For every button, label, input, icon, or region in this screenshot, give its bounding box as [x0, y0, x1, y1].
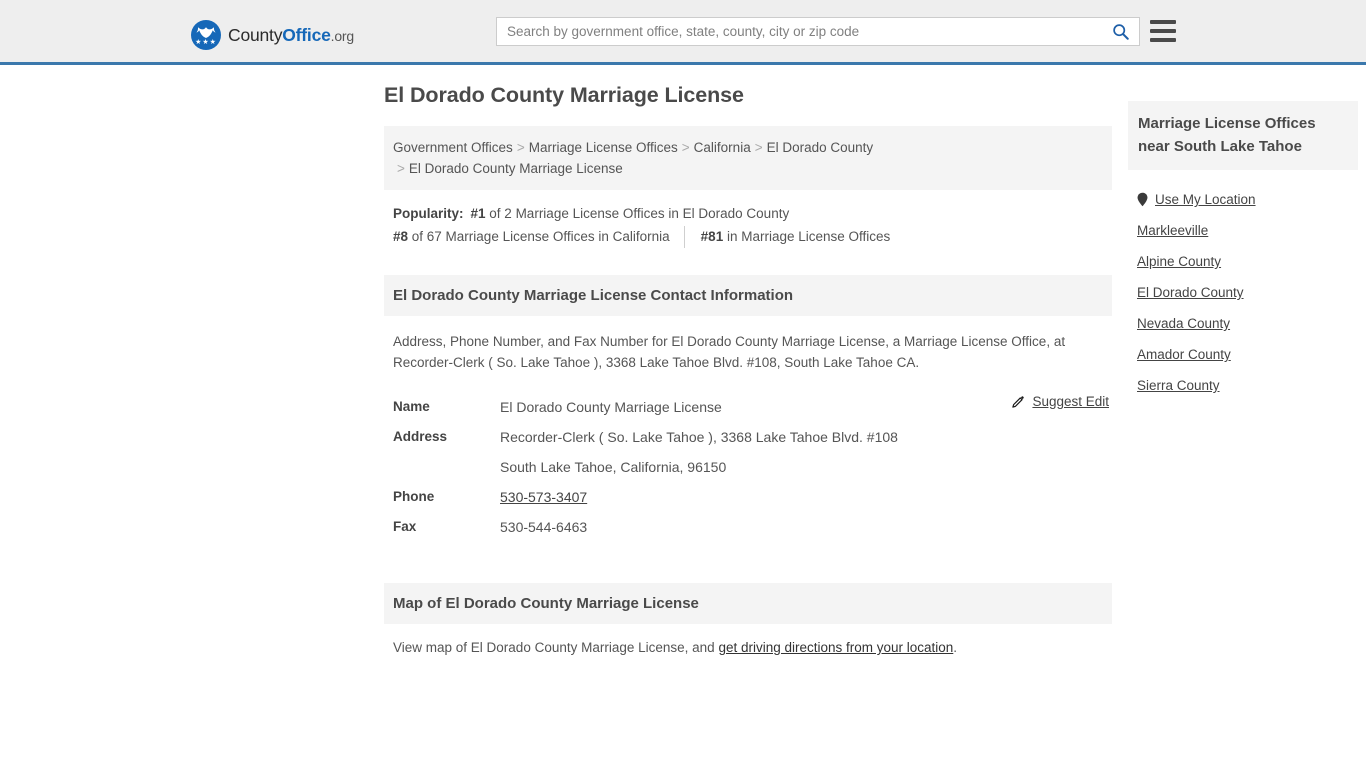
sidebar-item-sierra-county[interactable]: Sierra County	[1128, 370, 1358, 401]
popularity-rank-state: #8	[393, 229, 409, 244]
main-content-column: El Dorado County Marriage License Govern…	[384, 83, 1112, 655]
hamburger-bar-1	[1150, 20, 1176, 24]
sidebar-heading: Marriage License Offices near South Lake…	[1128, 101, 1358, 170]
sidebar: Marriage License Offices near South Lake…	[1128, 101, 1358, 401]
sidebar-item-nevada-county[interactable]: Nevada County	[1128, 308, 1358, 339]
page-title: El Dorado County Marriage License	[384, 83, 744, 107]
logo-text-org: .org	[330, 27, 355, 44]
search-input[interactable]	[497, 18, 1101, 45]
eagle-glyph	[196, 27, 216, 38]
logo-text-county: County	[228, 24, 283, 45]
popularity-national-cell: #81 in Marriage License Offices	[683, 226, 905, 248]
popularity-label: Popularity:	[393, 206, 464, 221]
contact-section-heading: El Dorado County Marriage License Contac…	[384, 275, 1112, 316]
map-note: View map of El Dorado County Marriage Li…	[384, 640, 1112, 655]
sidebar-link-sierra-county[interactable]: Sierra County	[1137, 378, 1220, 393]
site-logo[interactable]: ★★★ CountyOffice.org	[191, 20, 354, 50]
detail-key-address: Address	[393, 429, 448, 444]
map-note-prefix: View map of El Dorado County Marriage Li…	[393, 640, 719, 655]
breadcrumb-item-el-dorado-county[interactable]: El Dorado County	[767, 140, 874, 155]
breadcrumb: Government Offices > Marriage License Offi…	[393, 137, 1103, 179]
logo-wordmark: CountyOffice.org	[228, 25, 354, 46]
breadcrumb-separator-3: >	[754, 140, 763, 155]
popularity-state-cell: #8 of 67 Marriage License Offices in Cal…	[393, 226, 684, 248]
detail-row-fax: Fax 530-544-6463	[393, 512, 1103, 542]
site-header: ★★★ CountyOffice.org	[0, 0, 1366, 65]
sidebar-item-use-my-location[interactable]: Use My Location	[1128, 184, 1358, 215]
popularity-row-secondary: #8 of 67 Marriage License Offices in Cal…	[393, 226, 1112, 248]
hamburger-menu-icon[interactable]	[1150, 20, 1176, 42]
sidebar-link-amador-county[interactable]: Amador County	[1137, 347, 1231, 362]
detail-value-fax: 530-544-6463	[500, 519, 588, 535]
popularity-text-state: of 67 Marriage License Offices in Califo…	[408, 229, 670, 244]
detail-row-name: Name El Dorado County Marriage License	[393, 392, 1103, 422]
map-pin-glyph	[1137, 192, 1148, 207]
hamburger-bar-3	[1150, 38, 1176, 42]
logo-text-office: Office	[282, 24, 331, 45]
breadcrumb-separator-4: >	[397, 161, 405, 176]
sidebar-list: Use My Location Markleeville Alpine Coun…	[1128, 184, 1358, 401]
detail-value-name: El Dorado County Marriage License	[500, 399, 722, 415]
search-bar[interactable]	[496, 17, 1140, 46]
suggest-edit-button[interactable]: Suggest Edit	[1011, 394, 1109, 409]
popularity-row-primary: Popularity: #1 of 2 Marriage License Offi…	[393, 203, 1112, 225]
detail-row-phone: Phone 530-573-3407	[393, 482, 1103, 512]
sidebar-link-markleeville[interactable]: Markleeville	[1137, 223, 1208, 238]
search-icon	[1112, 24, 1129, 40]
popularity-rank-county: #1	[470, 206, 486, 221]
driving-directions-link[interactable]: get driving directions from your locatio…	[718, 640, 953, 655]
hamburger-bar-2	[1150, 29, 1176, 33]
map-note-suffix: .	[953, 640, 958, 655]
sidebar-item-amador-county[interactable]: Amador County	[1128, 339, 1358, 370]
detail-row-address-line2: South Lake Tahoe, California, 96150	[393, 452, 1103, 482]
sidebar-item-markleeville[interactable]: Markleeville	[1128, 215, 1358, 246]
sidebar-link-alpine-county[interactable]: Alpine County	[1137, 254, 1221, 269]
contact-description: Address, Phone Number, and Fax Number fo…	[393, 334, 1066, 370]
sidebar-item-alpine-county[interactable]: Alpine County	[1128, 246, 1358, 277]
map-pin-icon	[1137, 192, 1148, 207]
detail-key-blank	[393, 452, 500, 482]
detail-value-address-line1: Recorder-Clerk ( So. Lake Tahoe ), 3368 …	[500, 429, 898, 445]
breadcrumb-item-current: El Dorado County Marriage License	[408, 161, 623, 176]
popularity-text-national: in Marriage License Offices	[723, 229, 891, 244]
sidebar-link-nevada-county[interactable]: Nevada County	[1137, 316, 1230, 331]
phone-link[interactable]: 530-573-3407	[500, 489, 587, 505]
detail-value-phone: 530-573-3407	[500, 482, 587, 512]
map-section-heading: Map of El Dorado County Marriage License	[384, 583, 1112, 624]
breadcrumb-separator-1: >	[516, 140, 525, 155]
breadcrumb-separator-2: >	[681, 140, 690, 155]
contact-details-table: Suggest Edit Name El Dorado County Marri…	[384, 392, 1112, 542]
suggest-edit-label[interactable]: Suggest Edit	[1032, 394, 1109, 409]
search-submit-button[interactable]	[1101, 18, 1139, 45]
eagle-seal-icon: ★★★	[191, 20, 221, 50]
sidebar-item-el-dorado-county[interactable]: El Dorado County	[1128, 277, 1358, 308]
breadcrumb-item-government-offices[interactable]: Government Offices	[393, 140, 513, 155]
breadcrumb-item-california[interactable]: California	[694, 140, 751, 155]
detail-key-fax: Fax	[393, 519, 417, 534]
popularity-text-county: of 2 Marriage License Offices in El Dora…	[485, 206, 790, 221]
popularity-rank-national: #81	[700, 229, 724, 244]
detail-key-phone: Phone	[393, 489, 435, 504]
detail-row-address: Address Recorder-Clerk ( So. Lake Tahoe …	[393, 422, 1103, 452]
breadcrumb-panel: Government Offices > Marriage License Offi…	[384, 126, 1112, 190]
breadcrumb-item-marriage-license-offices[interactable]: Marriage License Offices	[529, 140, 678, 155]
detail-value-address-line2: South Lake Tahoe, California, 96150	[500, 459, 727, 475]
three-stars-glyph: ★★★	[195, 39, 217, 46]
sidebar-link-el-dorado-county[interactable]: El Dorado County	[1137, 285, 1244, 300]
popularity-block: Popularity: #1 of 2 Marriage License Offi…	[384, 203, 1112, 248]
page-body: El Dorado County Marriage License Govern…	[0, 65, 1366, 655]
edit-pencil-icon	[1012, 395, 1025, 408]
detail-key-name: Name	[393, 399, 430, 414]
sidebar-link-use-my-location[interactable]: Use My Location	[1155, 192, 1256, 207]
